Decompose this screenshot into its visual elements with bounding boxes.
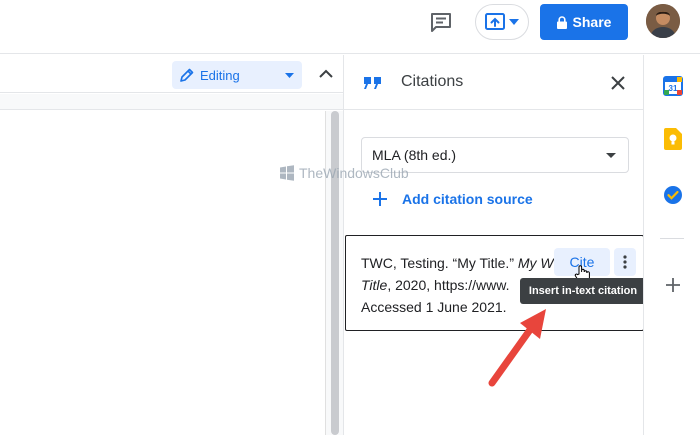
close-panel-button[interactable] [608, 73, 628, 93]
calendar-day: 31 [669, 84, 678, 93]
document-scrollbar[interactable] [331, 111, 339, 435]
tasks-button[interactable] [662, 184, 684, 206]
more-options-button[interactable] [614, 248, 636, 276]
watermark-text: TheWindowsClub [299, 165, 409, 181]
hide-menus-button[interactable] [314, 60, 338, 86]
top-bar: Share [0, 0, 700, 54]
windows-logo-icon [280, 165, 294, 181]
close-icon [611, 76, 625, 90]
add-citation-source-button[interactable]: Add citation source [372, 191, 533, 207]
more-vert-icon [623, 255, 627, 269]
editing-mode-dropdown[interactable]: Editing [172, 61, 302, 89]
rail-divider [660, 238, 684, 239]
share-button[interactable]: Share [540, 4, 628, 40]
present-upload-icon [485, 13, 505, 30]
annotation-arrow [488, 309, 546, 387]
keep-icon [664, 128, 682, 150]
watermark: TheWindowsClub [279, 165, 409, 181]
citation-style-value: MLA (8th ed.) [372, 147, 457, 163]
chevron-up-icon [319, 69, 333, 78]
panel-title: Citations [401, 73, 464, 90]
add-icon [666, 278, 680, 292]
chevron-down-icon [509, 19, 519, 25]
lock-icon [556, 15, 567, 29]
citation-line2-italic: Title [361, 277, 388, 293]
account-avatar[interactable] [646, 4, 680, 38]
editor-toolbar: Editing [0, 55, 343, 93]
tasks-icon [664, 186, 682, 204]
comment-history-button[interactable] [426, 9, 456, 35]
editing-mode-label: Editing [200, 67, 240, 83]
document-page[interactable] [0, 111, 326, 435]
tooltip: Insert in-text citation [520, 278, 646, 304]
side-panel-rail: 31 [643, 55, 700, 435]
chevron-down-icon [285, 72, 294, 78]
comment-icon [431, 13, 451, 32]
document-canvas [0, 111, 343, 435]
quote-icon [364, 77, 381, 89]
add-citation-source-label: Add citation source [402, 191, 533, 207]
get-addons-button[interactable] [662, 274, 684, 296]
ruler [0, 94, 343, 110]
citation-line1-italic: My W [517, 255, 554, 271]
add-icon [373, 192, 387, 206]
calendar-button[interactable]: 31 [662, 75, 684, 97]
calendar-icon: 31 [663, 76, 683, 96]
share-label: Share [572, 14, 612, 30]
citation-line2-rest: , 2020, https://www. [387, 277, 510, 293]
avatar-icon [646, 4, 680, 38]
chevron-down-icon [606, 152, 616, 158]
pencil-icon [180, 68, 194, 82]
citations-header: Citations [344, 55, 644, 110]
keep-button[interactable] [662, 128, 684, 150]
citation-line1-prefix: TWC, Testing. “My Title.” [361, 255, 518, 271]
present-button[interactable] [475, 4, 529, 40]
